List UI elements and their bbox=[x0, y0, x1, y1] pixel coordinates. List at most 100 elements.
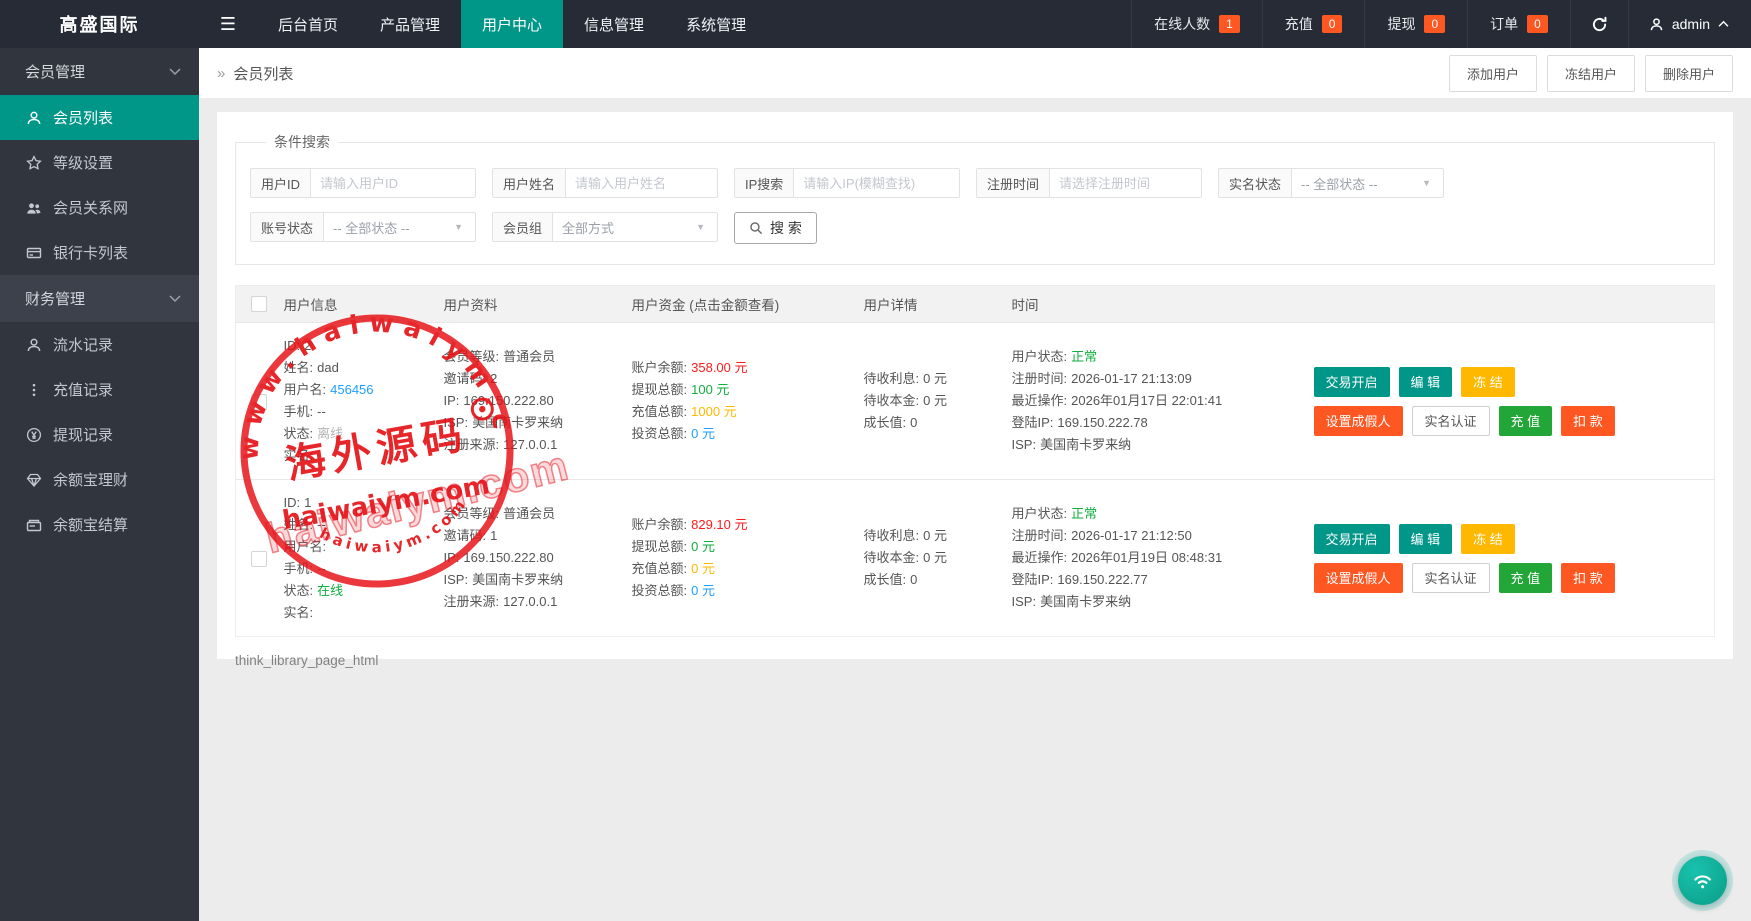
field-label: 投资总额: bbox=[631, 583, 688, 598]
recharge-amount[interactable]: 0 元 bbox=[691, 561, 715, 576]
recharge-button[interactable]: 充 值 bbox=[1498, 405, 1553, 436]
sidebar-item-member-list[interactable]: 会员列表 bbox=[0, 95, 199, 140]
user-id-input[interactable] bbox=[311, 169, 475, 197]
balance-amount[interactable]: 829.10 元 bbox=[691, 517, 747, 532]
edit-button[interactable]: 编 辑 bbox=[1398, 523, 1453, 554]
field-value: 169.150.222.78 bbox=[1057, 415, 1148, 430]
delete-user-button[interactable]: 删除用户 bbox=[1644, 54, 1733, 92]
freeze-button[interactable]: 冻 结 bbox=[1461, 523, 1515, 554]
invest-amount[interactable]: 0 元 bbox=[691, 583, 715, 598]
template-footer-text: think_library_page_html bbox=[235, 653, 379, 668]
sidebar-item-yuebao-settle[interactable]: 余额宝结算 bbox=[0, 502, 199, 547]
member-group-select[interactable]: 全部方式 ▼ bbox=[553, 213, 717, 241]
cell-time: 用户状态: 正常 注册时间: 2026-01-17 21:12:50 最近操作: 20… bbox=[1011, 479, 1314, 637]
caret-down-icon: ▼ bbox=[1422, 178, 1431, 188]
recharge-button[interactable]: 充 值 bbox=[1498, 562, 1553, 593]
field-value: 0 元 bbox=[923, 550, 947, 565]
withdraw-count-item[interactable]: 提现 0 bbox=[1364, 0, 1467, 48]
withdraw-amount[interactable]: 100 元 bbox=[691, 382, 729, 397]
reg-time-input[interactable] bbox=[1050, 169, 1201, 197]
cell-user-detail: 待收利息: 0 元 待收本金: 0 元 成长值: 0 bbox=[863, 322, 1012, 480]
username-link[interactable]: 456456 bbox=[330, 382, 373, 397]
field-label: ISP: bbox=[443, 415, 469, 430]
user-menu[interactable]: admin bbox=[1627, 0, 1751, 48]
field-value: 2026-01-17 21:12:50 bbox=[1071, 528, 1192, 543]
freeze-user-button[interactable]: 冻结用户 bbox=[1546, 54, 1635, 92]
sidebar-section-member[interactable]: 会员管理 bbox=[0, 48, 199, 95]
sidebar-item-flow-records[interactable]: 流水记录 bbox=[0, 322, 199, 367]
nav-item-system[interactable]: 系统管理 bbox=[665, 0, 767, 48]
online-count-item[interactable]: 在线人数 1 bbox=[1131, 0, 1262, 48]
select-all-checkbox[interactable] bbox=[251, 296, 267, 313]
field-label: 最近操作: bbox=[1011, 550, 1068, 565]
sidebar-item-recharge-records[interactable]: 充值记录 bbox=[0, 367, 199, 412]
nav-item-info[interactable]: 信息管理 bbox=[563, 0, 665, 48]
field-value: 169.150.222.77 bbox=[1057, 572, 1148, 587]
sidebar-section-finance[interactable]: 财务管理 bbox=[0, 275, 199, 322]
online-count-label: 在线人数 bbox=[1154, 16, 1211, 32]
floating-assist-button[interactable] bbox=[1678, 856, 1727, 905]
invest-amount[interactable]: 0 元 bbox=[691, 426, 715, 441]
realname-verify-button[interactable]: 实名认证 bbox=[1411, 562, 1490, 593]
cell-user-detail: 待收利息: 0 元 待收本金: 0 元 成长值: 0 bbox=[863, 479, 1012, 637]
row-checkbox[interactable] bbox=[251, 393, 267, 410]
field-label: 会员等级: bbox=[443, 506, 500, 521]
edit-button[interactable]: 编 辑 bbox=[1398, 366, 1453, 397]
sidebar-item-member-network[interactable]: 会员关系网 bbox=[0, 185, 199, 230]
order-count-item[interactable]: 订单 0 bbox=[1467, 0, 1570, 48]
cell-actions: 交易开启 编 辑 冻 结 设置成假人 实名认证 充 值 扣 款 bbox=[1313, 479, 1715, 637]
reg-time-label: 注册时间 bbox=[977, 169, 1051, 197]
sidebar-item-level-settings[interactable]: 等级设置 bbox=[0, 140, 199, 185]
field-label: 姓名: bbox=[283, 360, 314, 375]
recharge-count-label: 充值 bbox=[1284, 16, 1313, 32]
recharge-count-badge: 0 bbox=[1321, 15, 1343, 33]
deduct-button[interactable]: 扣 款 bbox=[1561, 405, 1615, 436]
search-button-label: 搜 索 bbox=[770, 220, 802, 236]
recharge-count-item[interactable]: 充值 0 bbox=[1261, 0, 1365, 48]
sidebar-item-yuebao-invest[interactable]: 余额宝理财 bbox=[0, 457, 199, 502]
recharge-amount[interactable]: 1000 元 bbox=[691, 404, 737, 419]
withdraw-amount[interactable]: 0 元 bbox=[691, 539, 715, 554]
navbar-right: 在线人数 1 充值 0 提现 0 订单 0 admin bbox=[1131, 0, 1751, 48]
user-status: 正常 bbox=[1071, 506, 1098, 521]
add-user-button[interactable]: 添加用户 bbox=[1448, 54, 1537, 92]
balance-amount[interactable]: 358.00 元 bbox=[691, 360, 747, 375]
trade-toggle-button[interactable]: 交易开启 bbox=[1313, 523, 1390, 554]
user-name-input[interactable] bbox=[566, 169, 717, 197]
top-navbar: 高盛国际 ☰ 后台首页 产品管理 用户中心 信息管理 系统管理 在线人数 1 充… bbox=[0, 0, 1751, 48]
field-value: dad bbox=[317, 360, 339, 375]
nav-item-dashboard[interactable]: 后台首页 bbox=[257, 0, 359, 48]
sidebar-toggle-button[interactable]: ☰ bbox=[199, 0, 257, 48]
field-value: 2 bbox=[304, 338, 312, 353]
search-row-2: 账号状态 -- 全部状态 -- ▼ 会员组 全部方式 ▼ 搜 索 bbox=[250, 212, 1700, 244]
row-checkbox[interactable] bbox=[251, 550, 267, 567]
sidebar-item-label: 余额宝理财 bbox=[53, 472, 129, 489]
realname-verify-button[interactable]: 实名认证 bbox=[1411, 405, 1490, 436]
deduct-button[interactable]: 扣 款 bbox=[1561, 562, 1615, 593]
cell-actions: 交易开启 编 辑 冻 结 设置成假人 实名认证 充 值 扣 款 bbox=[1313, 322, 1715, 480]
field-value: 2026年01月17日 22:01:41 bbox=[1071, 393, 1223, 408]
field-label: 邀请码: bbox=[443, 528, 487, 543]
account-status-select[interactable]: -- 全部状态 -- ▼ bbox=[324, 213, 475, 241]
user-id-field-group: 用户ID bbox=[250, 168, 476, 198]
main-menu: 后台首页 产品管理 用户中心 信息管理 系统管理 bbox=[257, 0, 767, 48]
freeze-button[interactable]: 冻 结 bbox=[1461, 366, 1515, 397]
realname-status-select[interactable]: -- 全部状态 -- ▼ bbox=[1292, 169, 1443, 197]
online-status: 离线 bbox=[317, 426, 344, 441]
sidebar-item-withdraw-records[interactable]: 提现记录 bbox=[0, 412, 199, 457]
search-row-1: 用户ID 用户姓名 IP搜索 注册时间 实名状态 bbox=[250, 168, 1700, 198]
field-value: 美国南卡罗来纳 bbox=[472, 415, 564, 430]
field-value: 2026年01月19日 08:48:31 bbox=[1071, 550, 1223, 565]
field-label: 待收本金: bbox=[863, 393, 920, 408]
ip-search-input[interactable] bbox=[794, 169, 959, 197]
set-fake-button[interactable]: 设置成假人 bbox=[1313, 562, 1403, 593]
nav-item-products[interactable]: 产品管理 bbox=[359, 0, 461, 48]
trade-toggle-button[interactable]: 交易开启 bbox=[1313, 366, 1390, 397]
search-button[interactable]: 搜 索 bbox=[734, 212, 817, 244]
refresh-button[interactable] bbox=[1569, 0, 1628, 48]
sidebar-item-bank-cards[interactable]: 银行卡列表 bbox=[0, 230, 199, 275]
field-label: 成长值: bbox=[863, 572, 907, 587]
sonar-waves-icon bbox=[1690, 868, 1716, 894]
nav-item-user-center[interactable]: 用户中心 bbox=[461, 0, 564, 48]
set-fake-button[interactable]: 设置成假人 bbox=[1313, 405, 1403, 436]
